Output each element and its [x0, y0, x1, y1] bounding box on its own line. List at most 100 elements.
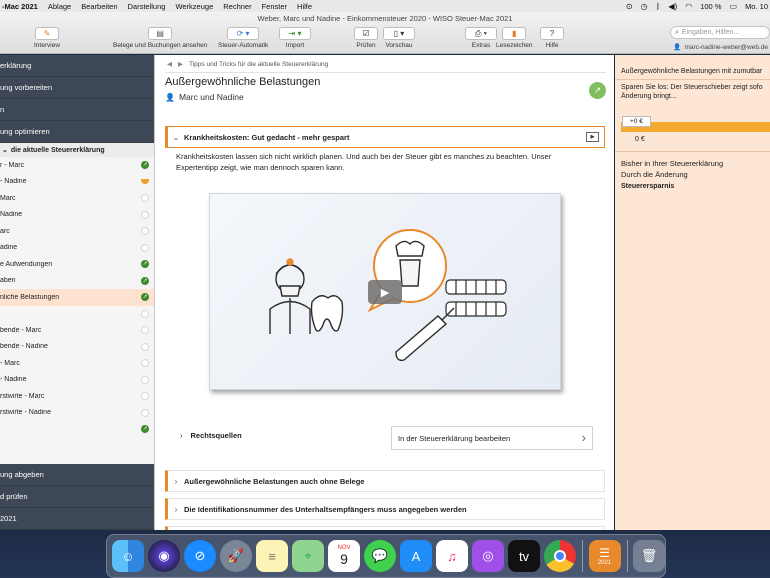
menu-bearbeiten[interactable]: Bearbeiten: [81, 2, 117, 11]
sidebar-item[interactable]: nliche Belastungen ↗: [0, 289, 154, 306]
wifi-icon[interactable]: ◠: [685, 2, 692, 11]
messages-icon[interactable]: 💬: [364, 540, 396, 572]
chevron-right-icon: ›: [180, 431, 183, 440]
clock-icon[interactable]: ◷: [641, 2, 648, 11]
clock-day[interactable]: Mo. 10: [745, 2, 768, 11]
sidebar-item-label: - Nadine: [0, 178, 27, 186]
menu-hilfe[interactable]: Hilfe: [297, 2, 312, 11]
sidebar-item[interactable]: arc: [0, 223, 154, 240]
hilfe-button[interactable]: ? Hilfe: [540, 27, 564, 49]
apple-tv-icon[interactable]: tv: [508, 540, 540, 572]
belege-label: Belege und Buchungen ansehen: [113, 42, 208, 49]
jump-to-button[interactable]: ↗: [589, 82, 606, 99]
sidebar-item[interactable]: Marc: [0, 190, 154, 207]
extras-button[interactable]: ⎙ ▾ Extras: [465, 27, 497, 49]
nav-subsection-title[interactable]: ⌄ die aktuelle Steuererklärung: [0, 143, 154, 157]
tooth-shape: [310, 295, 344, 332]
bluetooth-icon[interactable]: ᛒ: [656, 2, 661, 11]
sidebar-item[interactable]: - Nadine: [0, 174, 154, 191]
pruefen-label: Prüfen: [356, 42, 376, 49]
video-player[interactable]: ▶: [209, 193, 561, 390]
slider-value-badge[interactable]: +0 €: [622, 116, 651, 127]
sidebar-item[interactable]: - Nadine: [0, 372, 154, 389]
chevron-right-icon: ›: [174, 476, 178, 486]
notes-icon[interactable]: ≡: [256, 540, 288, 572]
trash-icon[interactable]: 🗑: [633, 540, 665, 572]
launchpad-icon[interactable]: 🚀: [220, 540, 252, 572]
divider: [165, 72, 606, 73]
nav-section-erklaerung[interactable]: erklärung: [0, 55, 154, 77]
steuer-automatik-button[interactable]: ⟳ ▾ Steuer-Automatik: [218, 27, 268, 49]
automatik-icon: ⟳ ▾: [227, 27, 260, 40]
sidebar-item[interactable]: e Aufwendungen ↗: [0, 256, 154, 273]
accordion-identifikationsnummer[interactable]: › Die Identifikationsnummer des Unterhal…: [165, 498, 605, 520]
nav-section-abgeben[interactable]: ung abgeben: [0, 464, 154, 486]
import-button[interactable]: ⇥ ▾ Import: [279, 27, 311, 49]
menu-werkzeuge[interactable]: Werkzeuge: [175, 2, 213, 11]
belege-button[interactable]: ▤ Belege und Buchungen ansehen: [113, 27, 207, 49]
sidebar-item[interactable]: adine: [0, 240, 154, 257]
menu-ablage[interactable]: Ablage: [48, 2, 71, 11]
wiso-icon[interactable]: ☰ 2021: [588, 540, 621, 572]
accordion-krankheitskosten[interactable]: ⌄ Krankheitskosten: Gut gedacht - mehr g…: [165, 126, 605, 148]
chrome-icon[interactable]: [544, 540, 576, 572]
menubar: -Mac 2021 Ablage Bearbeiten Darstellung …: [0, 0, 770, 12]
sidebar-item[interactable]: rstwirte - Marc: [0, 388, 154, 405]
nav-section-n[interactable]: n: [0, 99, 154, 121]
sidebar-item[interactable]: ↗: [0, 421, 154, 438]
sidebar-item-label: rstwirte - Nadine: [0, 409, 51, 417]
menu-darstellung[interactable]: Darstellung: [128, 2, 166, 11]
forward-arrow-icon[interactable]: ▶: [178, 60, 183, 68]
dock-separator: [582, 540, 583, 572]
menu-rechner[interactable]: Rechner: [223, 2, 251, 11]
play-button[interactable]: ▶: [368, 280, 402, 304]
divider: [615, 79, 770, 80]
nav-section-pruefen[interactable]: d prüfen: [0, 486, 154, 508]
nav-label: ung optimieren: [0, 127, 50, 136]
lesezeichen-button[interactable]: ▮ Lesezeichen: [496, 27, 533, 49]
sidebar-item[interactable]: [0, 306, 154, 323]
siri-icon[interactable]: ◉: [148, 540, 180, 572]
vorschau-label: Vorschau: [385, 42, 413, 49]
interview-button[interactable]: ✎ Interview: [34, 27, 60, 49]
sidebar-item[interactable]: bende - Nadine: [0, 339, 154, 356]
sidebar-item-label: - Marc: [0, 359, 20, 367]
sidebar-item[interactable]: aben ↗: [0, 273, 154, 290]
play-icon: ▶: [380, 286, 390, 299]
status-empty-icon: [141, 227, 149, 236]
nav-section-2021[interactable]: 2021: [0, 508, 154, 530]
back-arrow-icon[interactable]: ◀: [167, 60, 172, 68]
nav-section-optimieren[interactable]: ung optimieren: [0, 121, 154, 143]
safari-icon[interactable]: ⊘: [184, 540, 216, 572]
tax-slider-panel: Außergewöhnliche Belastungen mit zumutba…: [615, 55, 770, 530]
search-field[interactable]: ⌕ Eingaben, Hilfen...: [670, 26, 770, 39]
calendar-icon[interactable]: NOV 9: [328, 540, 360, 572]
sidebar-item[interactable]: r - Marc ↗: [0, 157, 154, 174]
accordion-ohne-belege[interactable]: › Außergewöhnliche Belastungen auch ohne…: [165, 470, 605, 492]
nav-label: ung abgeben: [0, 470, 44, 479]
vorschau-button[interactable]: ▯ ▾ Vorschau: [383, 27, 415, 49]
nav-bottom-sections: ung abgeben d prüfen 2021: [0, 464, 154, 530]
sidebar-item[interactable]: - Marc: [0, 355, 154, 372]
edit-in-return-button[interactable]: In der Steuererklärung bearbeiten ›: [391, 426, 593, 450]
status-empty-icon: [141, 326, 149, 335]
app-menu[interactable]: -Mac 2021: [2, 2, 38, 11]
sidebar-item[interactable]: rstwirte - Nadine: [0, 405, 154, 422]
app-store-icon[interactable]: A: [400, 540, 432, 572]
rechtsquellen-toggle[interactable]: › Rechtsquellen: [180, 431, 242, 440]
finder-icon[interactable]: ☺: [112, 540, 144, 572]
sidebar-item[interactable]: bende - Marc: [0, 322, 154, 339]
sidebar-item-label: rstwirte - Marc: [0, 392, 45, 400]
battery-icon[interactable]: ▭: [730, 2, 738, 11]
status-done-icon: ↗: [141, 293, 149, 302]
location-icon[interactable]: ⊙: [626, 2, 633, 11]
podcasts-icon[interactable]: ◎: [472, 540, 504, 572]
nav-section-vorbereiten[interactable]: ung vorbereiten: [0, 77, 154, 99]
user-account[interactable]: 👤 marc-nadine-weber@web.de: [673, 43, 768, 52]
music-icon[interactable]: ♫: [436, 540, 468, 572]
maps-icon[interactable]: ⌖: [292, 540, 324, 572]
volume-icon[interactable]: ◀): [668, 2, 677, 11]
menu-fenster[interactable]: Fenster: [262, 2, 287, 11]
pruefen-button[interactable]: ☑ Prüfen: [354, 27, 378, 49]
sidebar-item[interactable]: Nadine: [0, 207, 154, 224]
